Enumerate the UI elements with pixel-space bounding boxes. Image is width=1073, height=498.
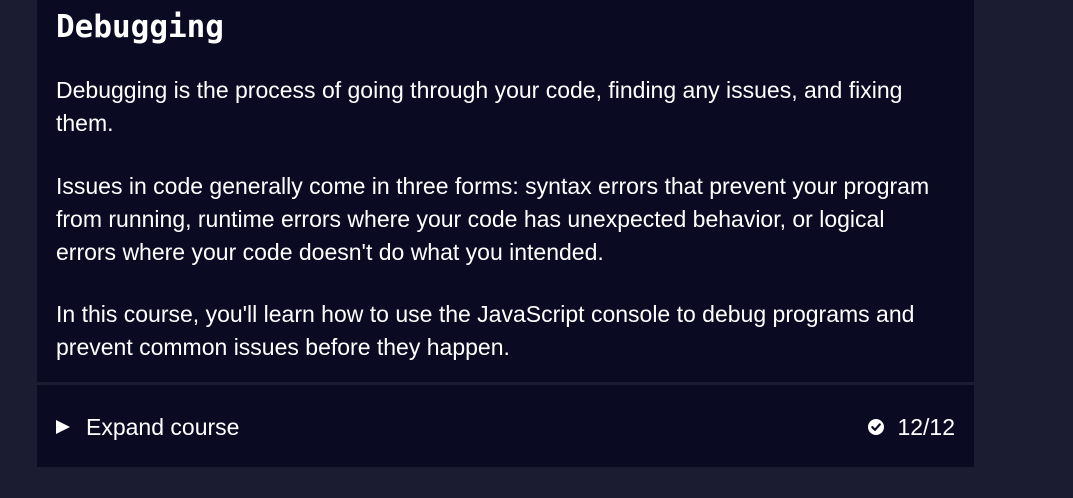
progress-count: 12/12 <box>897 414 955 440</box>
course-title: Debugging <box>56 9 224 45</box>
course-paragraph: Debugging is the process of going throug… <box>56 77 903 136</box>
triangle-right-icon <box>56 420 70 434</box>
course-paragraph: In this course, you'll learn how to use … <box>56 301 915 360</box>
course-card: Debugging Debugging is the process of go… <box>37 0 974 467</box>
course-paragraph: Issues in code generally come in three f… <box>56 173 930 265</box>
expand-course-button[interactable]: Expand course <box>56 409 239 445</box>
expand-course-label: Expand course <box>86 414 240 440</box>
course-progress: 12/12 <box>868 409 955 445</box>
course-description: Debugging Debugging is the process of go… <box>37 0 974 382</box>
check-circle-icon <box>868 419 885 435</box>
course-footer: Expand course 12/12 <box>37 385 974 467</box>
